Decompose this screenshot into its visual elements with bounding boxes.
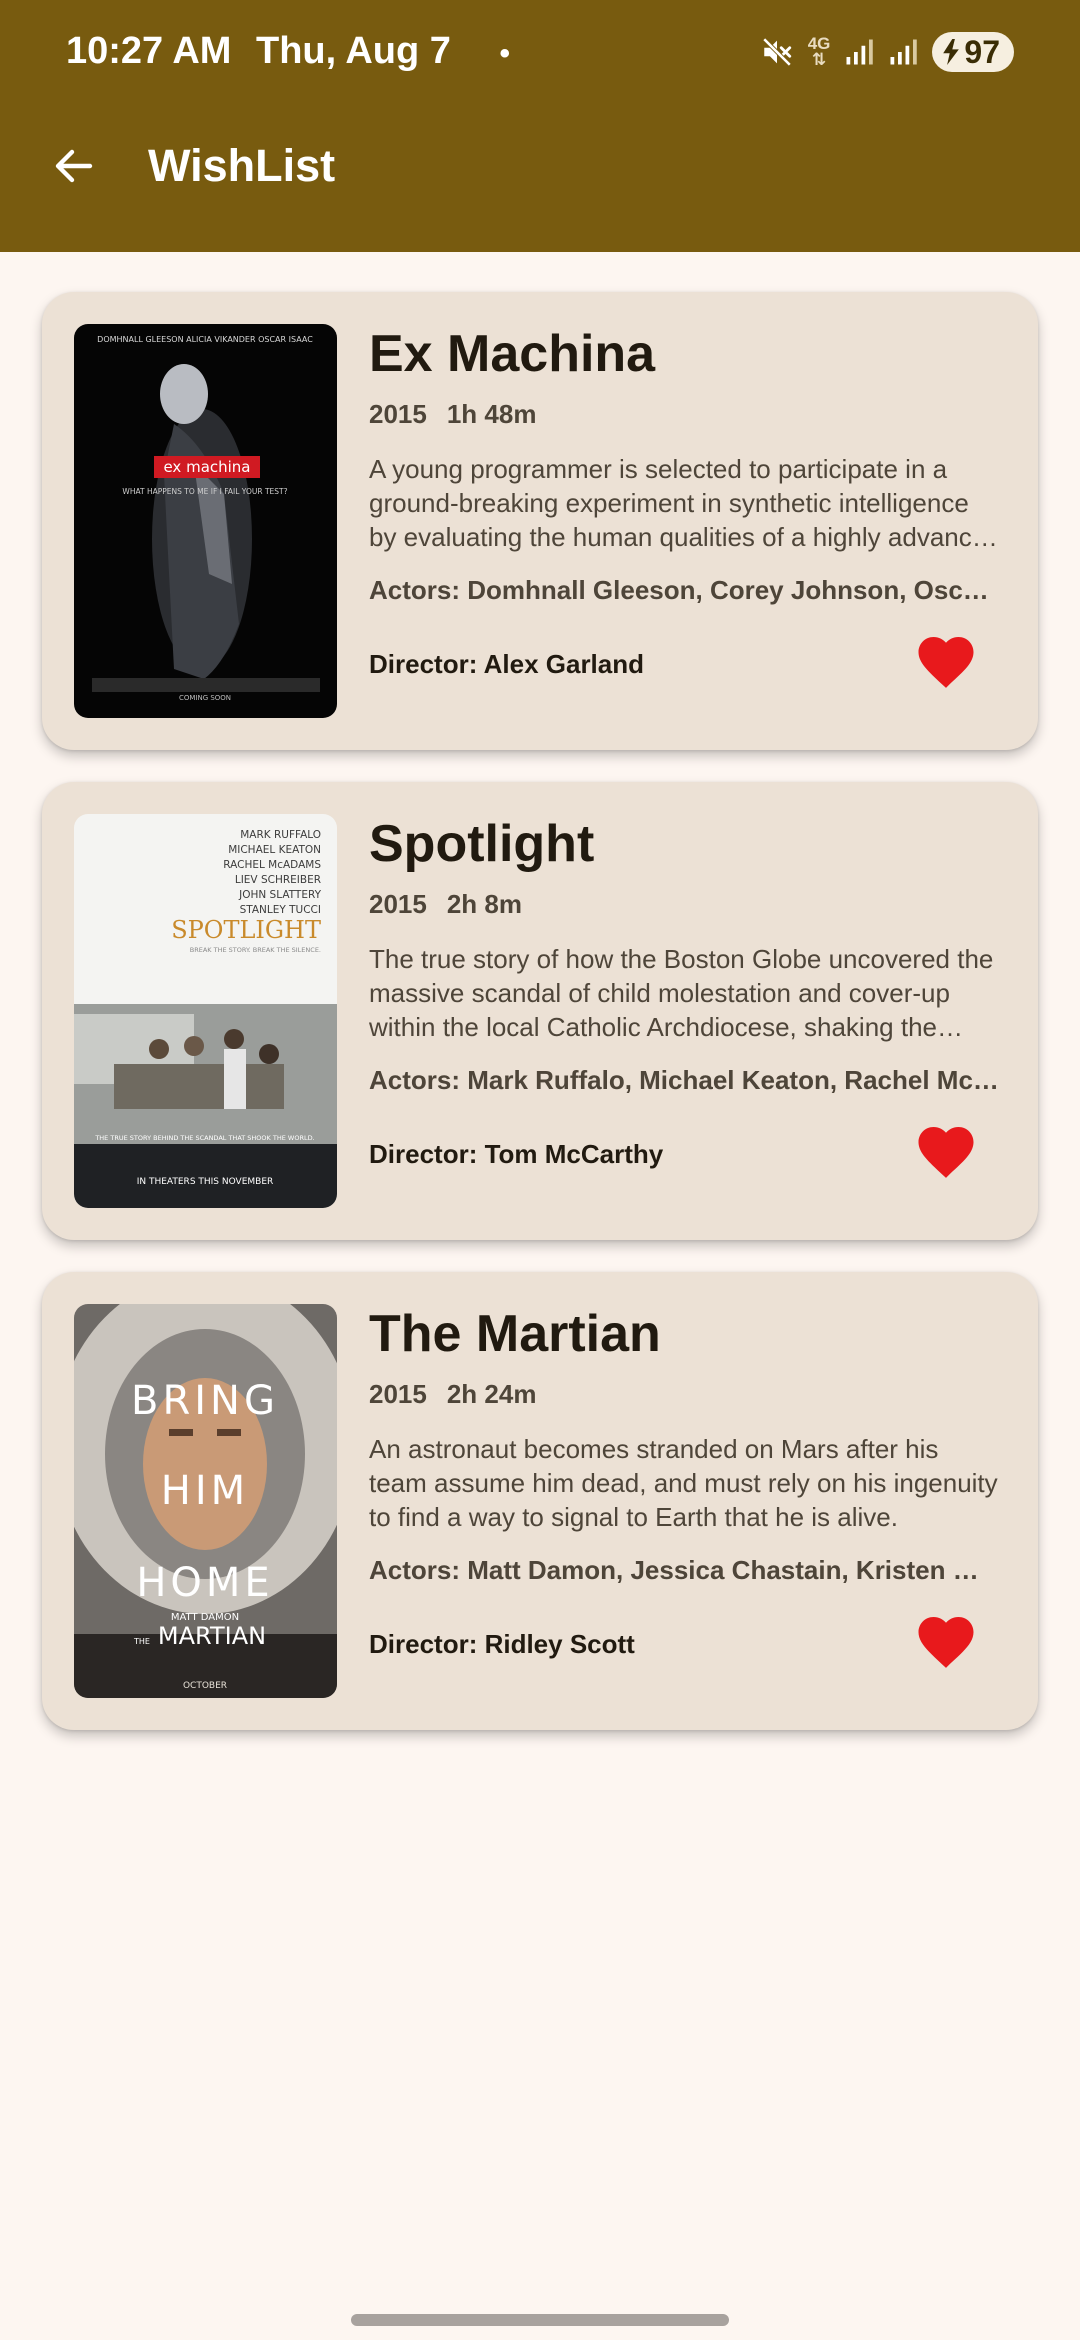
battery-indicator: 97 (932, 32, 1014, 72)
movie-info: The Martian 2015 2h 24m An astronaut beco… (369, 1302, 1002, 1588)
poster-footer: OCTOBER (183, 1681, 227, 1691)
movie-meta: 2015 1h 48m (369, 396, 1002, 432)
movie-meta: 2015 2h 8m (369, 886, 1002, 922)
movie-info: Ex Machina 2015 1h 48m A young programmer… (369, 322, 1002, 608)
poster-footer: IN THEATERS THIS NOVEMBER (137, 1177, 274, 1187)
movie-director: Director: Alex Garland (369, 649, 645, 679)
poster-logo: ex machina (163, 458, 250, 476)
movie-runtime: 2h 24m (446, 1379, 537, 1409)
movie-title: The Martian (369, 1305, 661, 1363)
poster-logo: SPOTLIGHT (171, 916, 321, 944)
movie-description: The true story of how the Boston Globe u… (369, 944, 994, 1042)
back-button[interactable] (46, 136, 102, 196)
status-bar-right: 4G ⇅ 97 (760, 28, 1014, 76)
app-bar: 10:27 AM Thu, Aug 7 • 4G ⇅ 97 WishList (0, 0, 1080, 252)
poster-cast-1: MARK RUFFALO (240, 829, 321, 841)
movie-poster: BRING HIM HOME MATT DAMON THE MARTIAN OC… (74, 1304, 337, 1698)
poster-line-2: HIM (161, 1468, 249, 1514)
movie-title: Ex Machina (369, 325, 656, 383)
status-date: Thu, Aug 7 (256, 30, 451, 72)
poster-cast-2: MICHAEL KEATON (228, 844, 321, 856)
movie-description: An astronaut becomes stranded on Mars af… (369, 1434, 998, 1532)
poster-footer: COMING SOON (179, 694, 231, 702)
poster-line-3: HOME (136, 1560, 273, 1606)
arrow-back-icon (55, 149, 93, 183)
gesture-home-bar[interactable] (351, 2314, 729, 2326)
movie-year: 2015 (369, 889, 427, 919)
movie-runtime: 2h 8m (446, 889, 522, 919)
poster-logo-prefix: THE (133, 1637, 150, 1646)
favorite-heart-icon[interactable] (913, 628, 979, 690)
movie-director: Director: Tom McCarthy (369, 1139, 664, 1169)
movie-runtime: 1h 48m (446, 399, 537, 429)
movie-actors: Actors: Domhnall Gleeson, Corey Johnson,… (369, 575, 1002, 605)
poster-cast-4: LIEV SCHREIBER (235, 874, 321, 886)
status-time: 10:27 AM (66, 30, 232, 72)
poster-band: THE TRUE STORY BEHIND THE SCANDAL THAT S… (94, 1134, 314, 1142)
movie-info: Spotlight 2015 2h 8m The true story of ho… (369, 812, 1002, 1098)
favorite-heart-icon[interactable] (913, 1608, 979, 1670)
movie-card[interactable]: BRING HIM HOME MATT DAMON THE MARTIAN OC… (42, 1272, 1038, 1730)
signal-icon-2 (890, 39, 918, 65)
movie-poster: MARK RUFFALO MICHAEL KEATON RACHEL McADA… (74, 814, 337, 1208)
movie-card[interactable]: MARK RUFFALO MICHAEL KEATON RACHEL McADA… (42, 782, 1038, 1240)
movie-actors: Actors: Mark Ruffalo, Michael Keaton, Ra… (369, 1065, 1002, 1095)
page-title: WishList (148, 140, 336, 191)
movie-year: 2015 (369, 1379, 427, 1409)
poster-cast-3: RACHEL McADAMS (223, 859, 321, 871)
poster-top-names: DOMHNALL GLEESON ALICIA VIKANDER OSCAR I… (97, 335, 313, 344)
movie-meta: 2015 2h 24m (369, 1376, 1002, 1412)
poster-tagline: BREAK THE STORY. BREAK THE SILENCE. (190, 946, 321, 954)
network-type-icon: 4G ⇅ (807, 34, 831, 69)
notification-dot: • (499, 37, 510, 70)
movie-actors: Actors: Matt Damon, Jessica Chastain, Kr… (369, 1555, 1002, 1585)
poster-cast-5: JOHN SLATTERY (238, 889, 321, 901)
movie-title: Spotlight (369, 815, 595, 873)
poster-logo: MARTIAN (158, 1622, 266, 1650)
poster-tagline: WHAT HAPPENS TO ME IF I FAIL YOUR TEST? (122, 487, 287, 496)
status-bar-left: 10:27 AM Thu, Aug 7 • (66, 26, 510, 76)
signal-icon-1 (846, 39, 874, 65)
poster-cast-6: STANLEY TUCCI (240, 904, 321, 916)
favorite-heart-icon[interactable] (913, 1118, 979, 1180)
mute-icon (762, 37, 791, 67)
charging-bolt-icon (943, 39, 960, 65)
movie-card[interactable]: DOMHNALL GLEESON ALICIA VIKANDER OSCAR I… (42, 292, 1038, 750)
movie-year: 2015 (369, 399, 427, 429)
movie-description: A young programmer is selected to partic… (369, 454, 1001, 552)
movie-director: Director: Ridley Scott (369, 1629, 635, 1659)
movie-poster: DOMHNALL GLEESON ALICIA VIKANDER OSCAR I… (74, 324, 337, 718)
battery-level: 97 (964, 33, 1000, 70)
poster-line-1: BRING (131, 1378, 279, 1424)
